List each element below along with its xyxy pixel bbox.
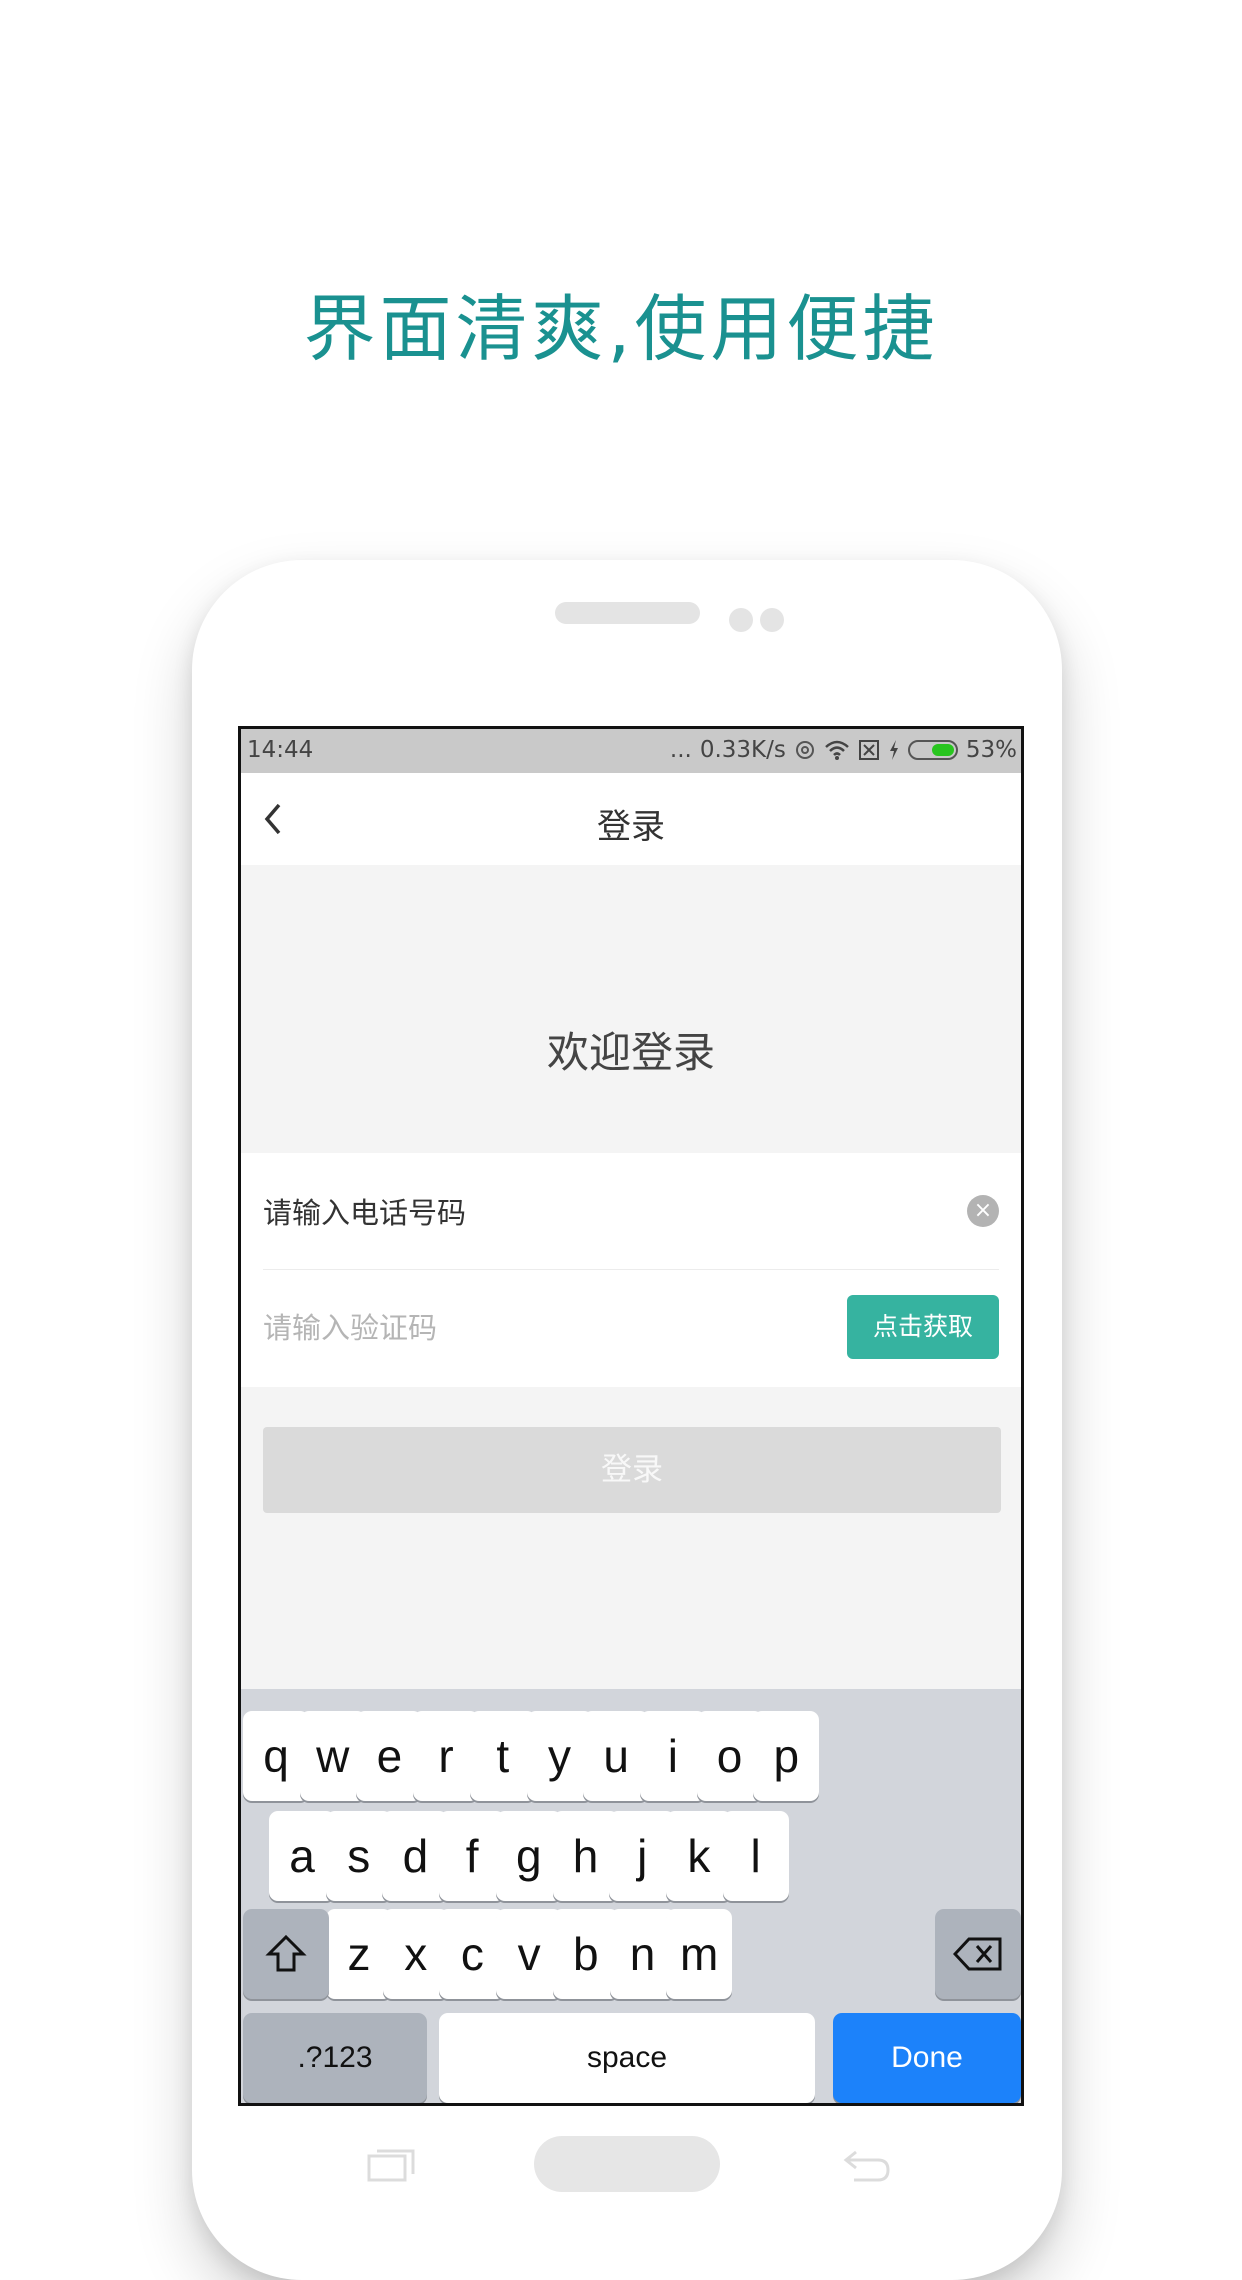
phone-speaker	[555, 602, 700, 624]
welcome-heading: 欢迎登录	[546, 1028, 715, 1077]
network-speed: 0.33K/s	[699, 737, 786, 763]
recent-apps-icon[interactable]	[367, 2148, 415, 2182]
phone-input[interactable]	[263, 1189, 823, 1233]
key-l[interactable]: l	[722, 1811, 789, 1901]
key-m[interactable]: m	[666, 1909, 733, 1999]
key-b[interactable]: b	[552, 1909, 619, 1999]
numbers-key[interactable]: .?123	[243, 2013, 427, 2103]
key-p[interactable]: p	[753, 1711, 820, 1801]
home-button[interactable]	[534, 2136, 720, 2192]
promo-headline: 界面清爽,使用便捷	[303, 287, 939, 371]
backspace-icon	[952, 1937, 1002, 1971]
shift-icon	[265, 1934, 307, 1972]
key-i[interactable]: i	[639, 1711, 706, 1801]
done-key[interactable]: Done	[833, 2013, 1021, 2103]
code-row: 点击获取	[263, 1270, 999, 1386]
clear-circle-icon[interactable]: ×	[967, 1195, 999, 1227]
page-title: 登录	[597, 807, 665, 847]
status-bar: 14:44 ... 0.33K/s 53%	[241, 729, 1021, 773]
keyboard: qwertyuiop asdfghjkl zxcvbnm .?123 space…	[241, 1689, 1021, 2103]
key-g[interactable]: g	[495, 1811, 562, 1901]
alarm-icon	[795, 741, 814, 759]
phone-row: ×	[263, 1153, 999, 1270]
phone-screen: 14:44 ... 0.33K/s 53% 登录 欢迎登录 请输入电话号码 × …	[238, 726, 1024, 2106]
backspace-key[interactable]	[935, 1909, 1021, 1999]
status-time: 14:44	[247, 737, 314, 763]
key-t[interactable]: t	[469, 1711, 536, 1801]
no-sim-icon	[858, 740, 879, 760]
battery-percent: 53%	[965, 737, 1017, 763]
phone-sensor	[760, 608, 784, 632]
nav-bar: 登录	[241, 773, 1021, 865]
key-k[interactable]: k	[665, 1811, 732, 1901]
battery-fill	[931, 744, 954, 756]
charging-icon	[889, 740, 898, 760]
verification-code-input[interactable]	[263, 1306, 823, 1350]
space-key[interactable]: space	[439, 2013, 815, 2103]
battery-icon	[907, 740, 958, 760]
login-button[interactable]: 登录	[263, 1427, 1001, 1513]
phone-camera	[729, 608, 753, 632]
get-code-button[interactable]: 点击获取	[847, 1295, 999, 1359]
status-dots: ...	[669, 737, 692, 763]
wifi-icon	[825, 740, 849, 760]
login-form: × 点击获取	[241, 1153, 1021, 1387]
back-key-icon[interactable]	[842, 2144, 892, 2184]
shift-key[interactable]	[243, 1909, 329, 1999]
